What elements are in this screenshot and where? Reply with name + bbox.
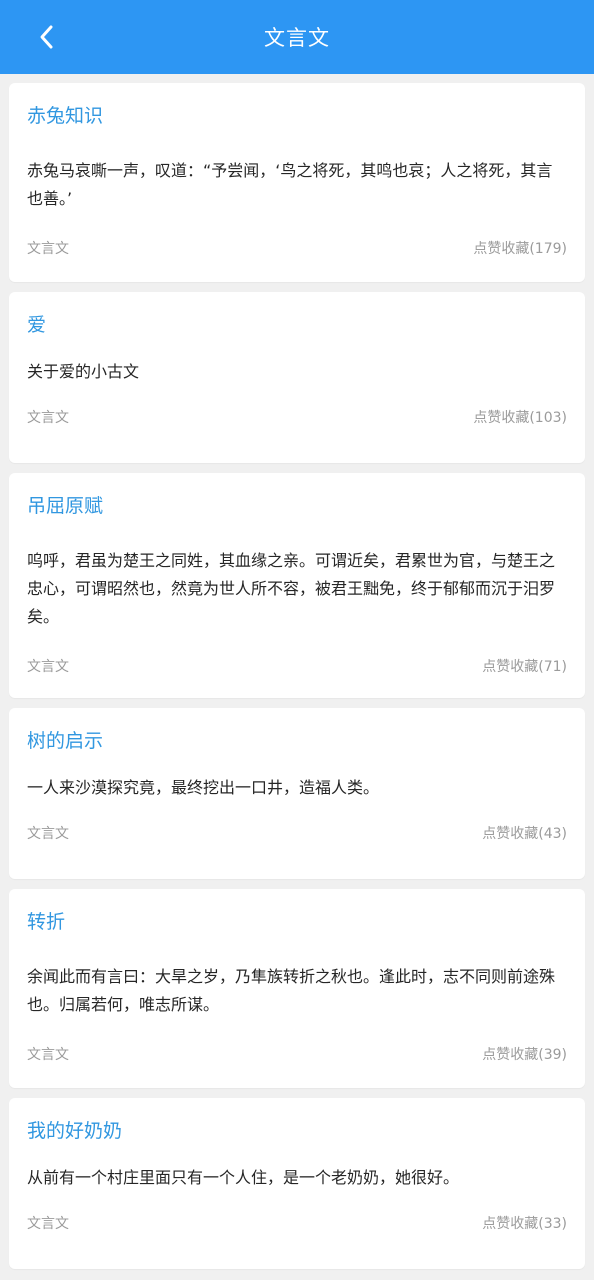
- article-card[interactable]: 我的好奶奶 从前有一个村庄里面只有一个人住，是一个老奶奶，她很好。 文言文 点赞…: [9, 1098, 585, 1269]
- article-category: 文言文: [27, 241, 69, 257]
- chevron-left-icon: [40, 25, 53, 49]
- app-screen: 文言文 赤兔知识 赤兔马哀嘶一声，叹道：“予尝闻，‘鸟之将死，其鸣也哀；人之将死…: [0, 0, 594, 1280]
- article-category: 文言文: [27, 1047, 69, 1063]
- article-card[interactable]: 吊屈原赋 呜呼，君虽为楚王之同姓，其血缘之亲。可谓近矣，君累世为官，与楚王之忠心…: [9, 473, 585, 698]
- article-title: 爱: [27, 314, 47, 336]
- article-title: 转折: [27, 911, 66, 933]
- article-list: 赤兔知识 赤兔马哀嘶一声，叹道：“予尝闻，‘鸟之将死，其鸣也哀；人之将死，其言也…: [0, 74, 594, 1269]
- article-title: 吊屈原赋: [27, 495, 104, 517]
- like-count[interactable]: 点赞收藏(103): [473, 408, 567, 428]
- like-count[interactable]: 点赞收藏(33): [482, 1214, 567, 1234]
- article-footer: 文言文 点赞收藏(71): [27, 657, 567, 677]
- article-title: 我的好奶奶: [27, 1120, 123, 1142]
- article-card[interactable]: 爱 关于爱的小古文 文言文 点赞收藏(103): [9, 292, 585, 463]
- article-excerpt: 关于爱的小古文: [27, 362, 140, 381]
- article-title: 树的启示: [27, 730, 104, 752]
- article-footer: 文言文 点赞收藏(179): [27, 239, 567, 259]
- article-excerpt: 赤兔马哀嘶一声，叹道：“予尝闻，‘鸟之将死，其鸣也哀；人之将死，其言也善。’: [27, 161, 553, 208]
- article-category: 文言文: [27, 410, 69, 426]
- article-footer: 文言文 点赞收藏(39): [27, 1045, 567, 1065]
- article-footer: 文言文 点赞收藏(33): [27, 1214, 567, 1234]
- article-card[interactable]: 赤兔知识 赤兔马哀嘶一声，叹道：“予尝闻，‘鸟之将死，其鸣也哀；人之将死，其言也…: [9, 83, 585, 282]
- page-title: 文言文: [264, 26, 330, 50]
- article-card[interactable]: 树的启示 一人来沙漠探究竟，最终挖出一口井，造福人类。 文言文 点赞收藏(43): [9, 708, 585, 879]
- article-footer: 文言文 点赞收藏(103): [27, 408, 567, 428]
- like-count[interactable]: 点赞收藏(179): [473, 239, 567, 259]
- article-excerpt: 呜呼，君虽为楚王之同姓，其血缘之亲。可谓近矣，君累世为官，与楚王之忠心，可谓昭然…: [27, 551, 556, 626]
- article-excerpt: 余闻此而有言曰：大旱之岁，乃隼族转折之秋也。逢此时，志不同则前途殊也。归属若何，…: [27, 967, 556, 1014]
- like-count[interactable]: 点赞收藏(71): [482, 657, 567, 677]
- top-app-bar: 文言文: [0, 0, 594, 74]
- article-category: 文言文: [27, 659, 69, 675]
- article-category: 文言文: [27, 826, 69, 842]
- like-count[interactable]: 点赞收藏(39): [482, 1045, 567, 1065]
- article-card[interactable]: 转折 余闻此而有言曰：大旱之岁，乃隼族转折之秋也。逢此时，志不同则前途殊也。归属…: [9, 889, 585, 1088]
- back-button[interactable]: [20, 0, 74, 74]
- article-title: 赤兔知识: [27, 105, 104, 127]
- article-footer: 文言文 点赞收藏(43): [27, 824, 567, 844]
- article-excerpt: 从前有一个村庄里面只有一个人住，是一个老奶奶，她很好。: [27, 1168, 460, 1187]
- article-category: 文言文: [27, 1216, 69, 1232]
- article-excerpt: 一人来沙漠探究竟，最终挖出一口井，造福人类。: [27, 778, 380, 797]
- like-count[interactable]: 点赞收藏(43): [482, 824, 567, 844]
